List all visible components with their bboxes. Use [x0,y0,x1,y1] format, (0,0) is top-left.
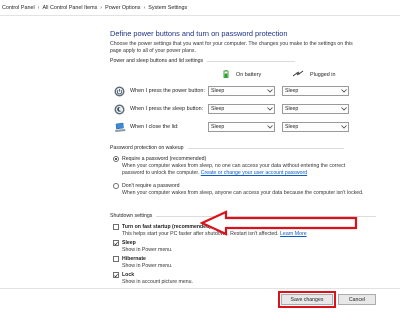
hibernate-option-description: Show in Power menu. [122,263,173,269]
fast-startup-checkbox[interactable] [113,224,119,230]
sleep-checkbox[interactable] [113,240,119,246]
password-section-heading: Password protection on wakeup [110,145,344,151]
cancel-button[interactable]: Cancel [338,294,376,305]
checkmark-icon [114,241,118,245]
sleep-icon [114,102,125,115]
laptop-lid-icon [114,120,126,132]
require-password-radio[interactable] [113,156,119,162]
page-title: Define power buttons and turn on passwor… [110,29,288,38]
require-password-description: When your computer wakes from sleep, no … [122,163,346,176]
footer-divider [0,288,400,289]
lid-close-plugged-select[interactable]: Sleep [282,122,349,132]
breadcrumb-item-system-settings[interactable]: System Settings [148,5,187,11]
lock-option-description: Show in account picture menu. [122,279,193,285]
dont-require-password-label[interactable]: Don't require a password [122,183,180,189]
annotation-arrow-icon [200,210,358,236]
checkmark-icon [114,273,118,277]
hibernate-checkbox[interactable] [113,256,119,262]
plug-icon [292,70,304,80]
breadcrumb-item-power-options[interactable]: Power Options [105,5,140,11]
lock-option-label[interactable]: Lock [122,272,134,278]
lid-close-label: When I close the lid: [130,124,179,130]
lock-checkbox[interactable] [113,272,119,278]
sleep-button-battery-select[interactable]: Sleep [208,104,275,114]
chevron-down-icon [266,123,274,131]
breadcrumb-item-control-panel[interactable]: Control Panel [2,5,35,11]
page-description: Choose the power settings that you want … [110,41,353,54]
section-divider [207,60,296,62]
sleep-button-label: When I press the sleep button: [130,106,204,112]
column-header-battery: On battery [222,70,261,80]
breadcrumb: Control Panel › All Control Panel Items … [0,0,400,16]
section-divider [187,147,344,149]
power-button-plugged-select[interactable]: Sleep [282,86,349,96]
power-icon [114,84,125,97]
dont-require-password-radio[interactable] [113,183,119,189]
power-button-battery-select[interactable]: Sleep [208,86,275,96]
change-password-link[interactable]: Create or change your user account passw… [201,170,307,176]
breadcrumb-item-all-items[interactable]: All Control Panel Items [42,5,97,11]
main-content: Define power buttons and turn on passwor… [0,16,400,333]
chevron-down-icon [340,105,348,113]
sleep-option-description: Show in Power menu. [122,247,173,253]
power-button-label: When I press the power button: [130,88,205,94]
power-section-heading: Power and sleep buttons and lid settings [110,58,296,64]
chevron-down-icon [340,123,348,131]
chevron-down-icon [266,87,274,95]
battery-icon [222,70,230,80]
chevron-down-icon [266,105,274,113]
dont-require-password-description: When your computer wakes from sleep, any… [122,190,364,196]
sleep-button-plugged-select[interactable]: Sleep [282,104,349,114]
chevron-right-icon: › [143,4,146,11]
chevron-right-icon: › [37,4,40,11]
chevron-right-icon: › [100,4,103,11]
require-password-label[interactable]: Require a password (recommended) [122,156,206,162]
fast-startup-label[interactable]: Turn on fast startup (recommended) [122,224,211,230]
column-header-plugged: Plugged in [292,70,335,80]
hibernate-option-label[interactable]: Hibernate [122,256,146,262]
sleep-option-label[interactable]: Sleep [122,240,136,246]
chevron-down-icon [340,87,348,95]
save-button-highlight [278,291,336,308]
lid-close-battery-select[interactable]: Sleep [208,122,275,132]
